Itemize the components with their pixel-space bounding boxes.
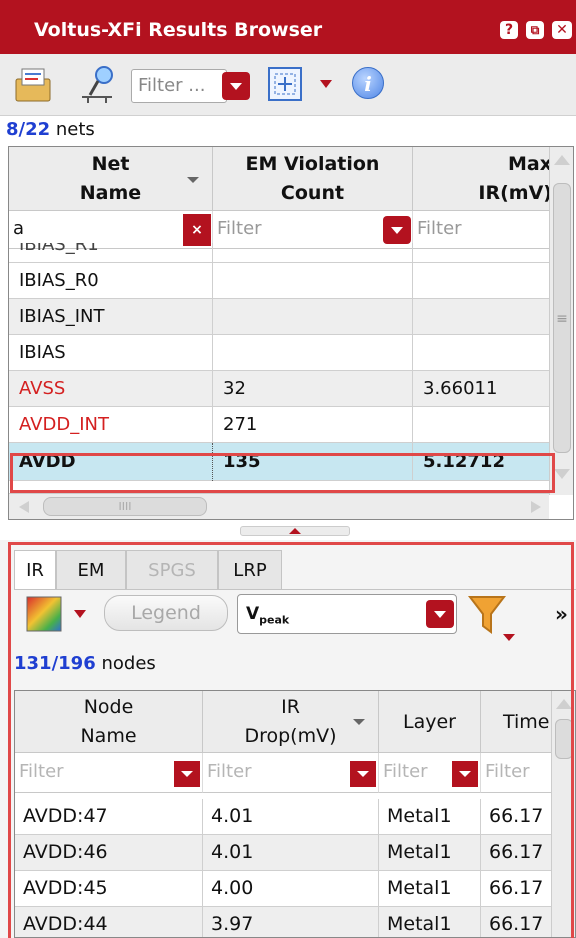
table-row[interactable]: AVDD_INT 271: [9, 407, 549, 443]
scroll-thumb[interactable]: ≡: [553, 183, 571, 453]
open-results-icon[interactable]: [14, 65, 54, 105]
column-max-ir[interactable]: Max IR(mV): [413, 147, 553, 211]
net-name-cell: IBIAS_R1: [9, 243, 213, 262]
close-button[interactable]: ✕: [552, 21, 572, 39]
net-name-cell: AVSS: [9, 371, 213, 407]
max-ir-cell: [413, 263, 549, 299]
scroll-right-icon[interactable]: [529, 499, 543, 515]
scroll-left-icon[interactable]: [17, 499, 31, 515]
net-name-cell: IBIAS_INT: [9, 299, 213, 335]
help-button[interactable]: ?: [500, 21, 518, 39]
net-count-value: 8/22: [6, 119, 51, 140]
sort-descending-icon[interactable]: [187, 177, 199, 183]
selected-row-highlight: [10, 453, 555, 493]
clear-filter-button[interactable]: ×: [183, 214, 211, 246]
em-count-cell: [213, 263, 413, 299]
table-row[interactable]: IBIAS: [9, 335, 549, 371]
panel-splitter[interactable]: [240, 526, 350, 536]
em-count-cell: [213, 335, 413, 371]
em-count-cell: [213, 243, 413, 262]
max-ir-cell: 3.66011: [423, 378, 498, 399]
net-name-cell: IBIAS_R0: [9, 263, 213, 299]
scroll-up-icon[interactable]: [554, 155, 570, 165]
em-count-cell: 271: [213, 407, 413, 443]
net-filter-input[interactable]: Filter ...: [131, 69, 227, 103]
max-ir-cell: [413, 299, 549, 335]
info-button[interactable]: i: [352, 67, 384, 99]
max-ir-cell: [413, 335, 549, 371]
em-count-cell: [213, 299, 413, 335]
chevron-down-icon: [391, 227, 403, 234]
probe-net-icon[interactable]: [76, 63, 120, 107]
window-title: Voltus-XFi Results Browser: [34, 19, 323, 41]
net-table-vertical-scrollbar[interactable]: ≡: [549, 147, 573, 495]
max-ir-cell: [413, 407, 549, 443]
table-row[interactable]: IBIAS_R0: [9, 263, 549, 299]
title-bar: Voltus-XFi Results Browser ? ⧉ ✕: [0, 0, 576, 54]
net-name-cell: IBIAS: [9, 335, 213, 371]
zoom-to-net-icon[interactable]: [266, 65, 304, 103]
table-row[interactable]: AVSS 32 3.66011: [9, 371, 549, 407]
em-filter-dropdown[interactable]: [383, 216, 411, 244]
column-net-name[interactable]: Net Name: [9, 147, 213, 211]
scroll-down-icon[interactable]: [554, 469, 570, 479]
table-row[interactable]: IBIAS_INT: [9, 299, 549, 335]
net-count: 8/22 nets: [6, 119, 95, 140]
toolbar: Filter ...: [0, 54, 576, 116]
restore-button[interactable]: ⧉: [526, 21, 544, 39]
em-count-cell: 32: [213, 371, 413, 407]
net-count-label: nets: [55, 119, 95, 140]
net-name-cell: AVDD_INT: [9, 407, 213, 443]
table-row[interactable]: IBIAS_R1: [9, 243, 549, 263]
zoom-options-chevron-icon[interactable]: [318, 78, 334, 90]
column-em-violation-count[interactable]: EM Violation Count: [213, 147, 413, 211]
scroll-thumb[interactable]: IIII: [43, 497, 207, 516]
net-table-horizontal-scrollbar[interactable]: IIII: [9, 493, 549, 519]
filter-dropdown-button[interactable]: [222, 72, 250, 100]
chevron-down-icon: [230, 83, 242, 90]
lower-panel-highlight: [8, 542, 574, 938]
